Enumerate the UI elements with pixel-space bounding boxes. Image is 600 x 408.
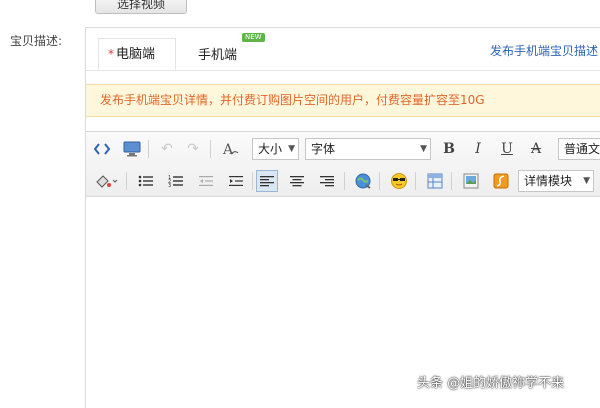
toolbar-separator [344,172,345,190]
editor-tabs: * 电脑端 手机端 NEW 发布手机端宝贝描述 [86,28,600,71]
notice-banner: 发布手机端宝贝详情，并付费订购图片空间的用户，付费容量扩容至10G [86,84,600,117]
editor-toolbar: ↶ ↷ A 大小 ▼ 字体 ▼ B I U A 普通文 123 详情模块 ▼ [86,131,600,197]
field-label-description: 宝贝描述: [10,34,63,48]
undo-icon[interactable]: ↶ [156,138,178,160]
source-code-icon[interactable] [91,138,113,160]
toolbar-separator [451,172,452,190]
toolbar-separator [415,172,416,190]
toolbar-separator [379,172,380,190]
watermark: 头条 @姐的娇傲祢学不来 [417,376,565,391]
description-editor: * 电脑端 手机端 NEW 发布手机端宝贝描述 发布手机端宝贝详情，并付费订购图片… [85,27,600,408]
svg-text:A: A [222,142,234,157]
toolbar-separator [148,140,149,158]
clear-format-icon[interactable]: A [220,138,242,160]
align-left-icon[interactable] [256,170,278,192]
table-icon[interactable] [424,170,446,192]
image-icon[interactable] [460,170,482,192]
toolbar-separator [252,172,253,190]
indent-icon[interactable] [225,170,247,192]
paragraph-format-select[interactable]: 普通文 [558,138,600,160]
chevron-down-icon: ▼ [420,144,427,154]
new-badge: NEW [242,33,265,42]
redo-icon[interactable]: ↷ [182,138,204,160]
chevron-down-icon: ▼ [583,176,590,186]
underline-icon[interactable]: U [496,138,518,160]
svg-text:3: 3 [168,183,171,188]
align-right-icon[interactable] [316,170,338,192]
flash-icon[interactable] [490,170,512,192]
toolbar-separator [210,140,211,158]
link-globe-icon[interactable] [352,170,374,192]
tab-mobile[interactable]: 手机端 [198,44,237,63]
fill-color-icon[interactable] [91,170,121,192]
detail-module-select[interactable]: 详情模块 ▼ [518,170,594,192]
font-family-select[interactable]: 字体 ▼ [305,138,431,160]
tab-pc-label: 电脑端 [116,47,156,62]
select-video-button[interactable]: 选择视频 [95,0,187,14]
outdent-icon[interactable] [195,170,217,192]
tab-pc[interactable]: * 电脑端 [98,38,176,70]
italic-icon[interactable]: I [467,138,489,160]
strikethrough-icon[interactable]: A [525,138,547,160]
required-mark: * [108,47,114,61]
preview-monitor-icon[interactable] [121,138,143,160]
align-center-icon[interactable] [286,170,308,192]
font-size-select[interactable]: 大小 ▼ [252,138,299,160]
publish-mobile-description-link[interactable]: 发布手机端宝贝描述 [490,42,598,59]
numbered-list-icon[interactable]: 123 [165,170,187,192]
bullet-list-icon[interactable] [135,170,157,192]
bold-icon[interactable]: B [438,138,460,160]
emoticon-icon[interactable] [388,170,410,192]
chevron-down-icon: ▼ [288,144,295,154]
toolbar-separator [126,172,127,190]
